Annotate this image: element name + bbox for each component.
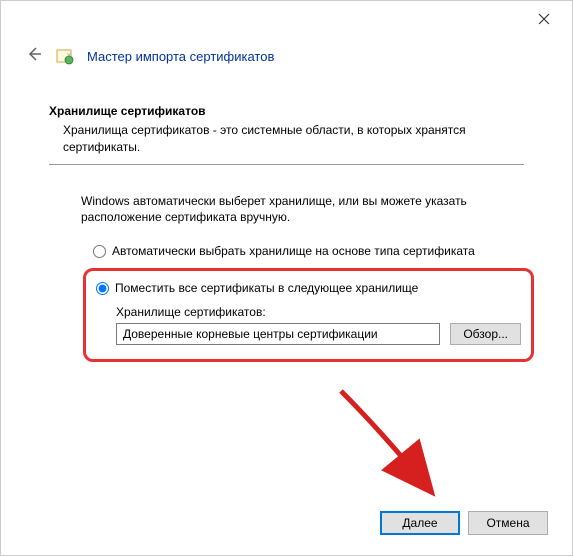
store-options-group: Автоматически выбрать хранилище на основ… (49, 242, 524, 362)
store-path-input[interactable] (116, 323, 440, 345)
footer-buttons: Далее Отмена (380, 511, 548, 535)
wizard-window: Мастер импорта сертификатов Хранилище се… (0, 0, 573, 556)
wizard-header: Мастер импорта сертификатов (1, 37, 572, 84)
radio-auto-select[interactable]: Автоматически выбрать хранилище на основ… (93, 242, 524, 260)
divider (49, 164, 524, 165)
section-description: Хранилища сертификатов - это системные о… (49, 122, 524, 156)
highlight-annotation: Поместить все сертификаты в следующее хр… (83, 268, 534, 362)
close-icon (538, 13, 550, 25)
browse-button[interactable]: Обзор... (450, 323, 521, 345)
titlebar (1, 1, 572, 37)
section-heading: Хранилище сертификатов (49, 104, 524, 118)
arrow-annotation-icon (331, 381, 461, 511)
store-field-label: Хранилище сертификатов: (116, 305, 521, 319)
instruction-text: Windows автоматически выберет хранилище,… (49, 193, 524, 227)
store-row: Обзор... (116, 323, 521, 345)
wizard-title: Мастер импорта сертификатов (87, 49, 274, 64)
certificate-wizard-icon (55, 47, 75, 67)
cancel-button[interactable]: Отмена (468, 511, 548, 535)
back-arrow-icon[interactable] (25, 45, 43, 68)
radio-manual-select[interactable]: Поместить все сертификаты в следующее хр… (96, 279, 521, 297)
radio-manual-label: Поместить все сертификаты в следующее хр… (115, 281, 418, 295)
close-button[interactable] (524, 5, 564, 33)
radio-manual-input[interactable] (96, 282, 109, 295)
store-block: Хранилище сертификатов: Обзор... (96, 305, 521, 345)
content-area: Хранилище сертификатов Хранилища сертифи… (1, 84, 572, 362)
next-button[interactable]: Далее (380, 511, 460, 535)
radio-auto-label: Автоматически выбрать хранилище на основ… (112, 244, 475, 258)
radio-auto-input[interactable] (93, 245, 106, 258)
